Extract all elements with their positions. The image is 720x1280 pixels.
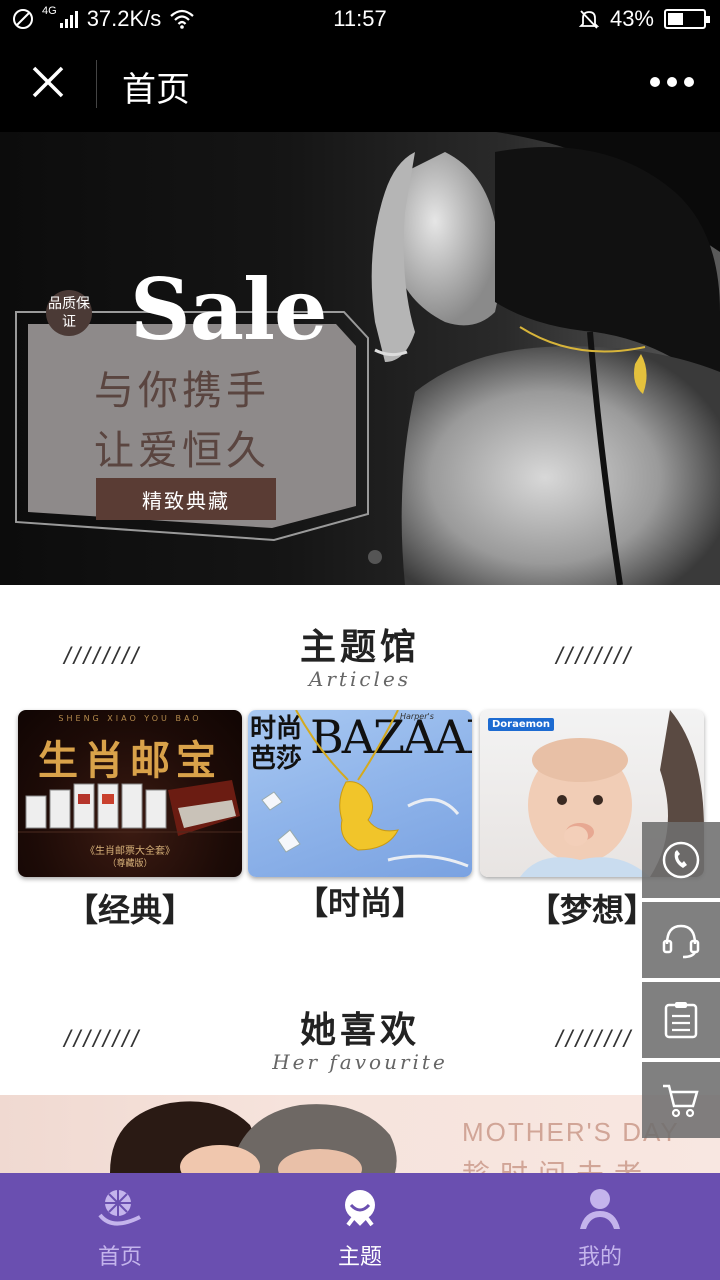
headset-icon xyxy=(662,924,700,959)
gold-swan-pendant-image xyxy=(261,710,469,868)
status-right: 43% xyxy=(578,6,710,32)
theme-caption-fashion[interactable]: 【时尚】 xyxy=(248,878,472,924)
close-button[interactable] xyxy=(26,60,70,104)
sale-heading: Sale xyxy=(130,260,327,359)
battery-percent: 43% xyxy=(609,6,654,31)
theme-caption-classic[interactable]: 【经典】 xyxy=(18,885,242,931)
cart-icon xyxy=(663,1084,699,1118)
tab-theme[interactable]: 主题 xyxy=(240,1173,480,1280)
tab-mine[interactable]: 我的 xyxy=(480,1173,720,1280)
page-title: 首页 xyxy=(122,70,190,110)
clipboard-icon xyxy=(664,1002,698,1039)
mothers-day-banner[interactable]: MOTHER'S DAY 趁时间未老 xyxy=(0,1095,720,1173)
header-divider xyxy=(96,60,97,108)
tab-home[interactable]: 首页 xyxy=(0,1173,240,1280)
orders-button[interactable] xyxy=(642,982,720,1058)
battery-fill xyxy=(668,13,683,25)
battery-icon xyxy=(664,9,710,29)
customer-service-button[interactable] xyxy=(642,902,720,978)
app-header: 首页 xyxy=(0,38,720,132)
tab-theme-label: 主题 xyxy=(337,1245,382,1270)
model-photo xyxy=(371,132,720,585)
promo-banner[interactable]: Sale 品质保证 与你携手 让爱恒久 精致典藏 xyxy=(0,132,720,585)
decor-slashes-right-2: //////// xyxy=(556,1026,634,1053)
card-image-subtitle: 《生肖邮票大全套》 xyxy=(85,846,175,857)
user-icon xyxy=(580,1189,620,1229)
decor-slashes-right: //////// xyxy=(556,643,634,670)
theme-card-fashion[interactable]: 时尚芭莎 Harper's BAZAAR xyxy=(248,710,472,877)
decor-slashes-left-2: //////// xyxy=(64,1026,142,1053)
phone-icon xyxy=(662,841,700,879)
tab-home-label: 首页 xyxy=(97,1245,142,1270)
tab-mine-label: 我的 xyxy=(577,1245,622,1270)
card-image-tag: Doraemon xyxy=(488,718,555,731)
theme-card-classic[interactable]: SHENG XIAO YOU BAO 生肖邮宝 《生肖邮票大全套》 （尊藏版） xyxy=(18,710,242,877)
card-image-edition: （尊藏版） xyxy=(107,859,153,869)
bottom-tab-bar: 首页 主题 我的 xyxy=(0,1173,720,1280)
carousel-indicator[interactable] xyxy=(368,550,382,564)
promo-button[interactable]: 精致典藏 xyxy=(96,478,276,520)
more-icon xyxy=(650,77,660,87)
main-content: 主题馆 Articles //////// //////// SHENG XIA… xyxy=(0,585,720,1173)
quality-badge: 品质保证 xyxy=(46,290,92,336)
phone-button[interactable] xyxy=(642,822,720,898)
promo-line-1: 与你携手 xyxy=(94,368,270,414)
cart-button[interactable] xyxy=(642,1062,720,1138)
promo-line-2: 让爱恒久 xyxy=(94,428,270,474)
theme-icon xyxy=(345,1190,375,1227)
more-button[interactable] xyxy=(650,74,694,90)
close-icon xyxy=(32,66,64,98)
home-swirl-icon xyxy=(98,1190,141,1226)
banner-subheading: 趁时间未老 xyxy=(462,1153,652,1173)
decor-slashes-left: //////// xyxy=(64,643,142,670)
status-bar: 4G 37.2K/s 11:57 43% xyxy=(0,0,720,38)
mother-daughter-photo xyxy=(110,1101,397,1173)
mute-bell-icon xyxy=(578,10,600,29)
